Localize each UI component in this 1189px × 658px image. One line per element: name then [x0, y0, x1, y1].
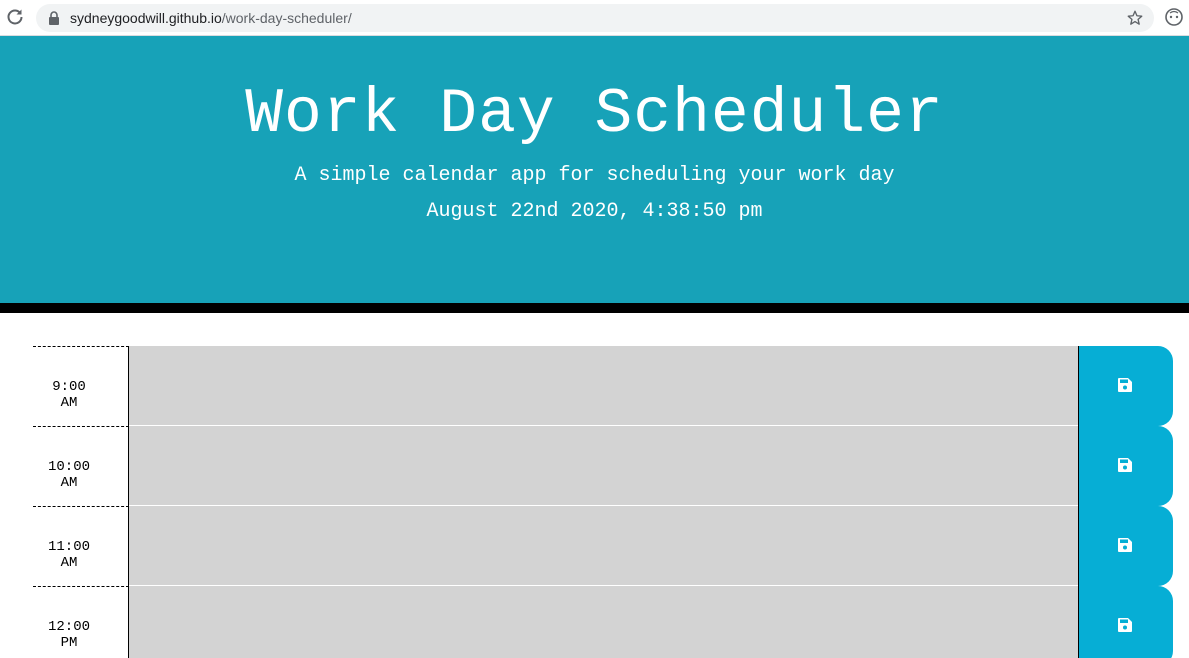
timeblock-list: 9:00 AM 10:00 AM 11:00 AM 12:00 PM: [33, 346, 1173, 658]
description-input[interactable]: [129, 506, 1079, 586]
floppy-disk-icon: [1118, 458, 1132, 472]
description-input[interactable]: [129, 586, 1079, 658]
hour-label: 10:00 AM: [33, 426, 129, 506]
profile-icon[interactable]: [1164, 7, 1184, 27]
header-divider: [0, 303, 1189, 313]
time-block-12pm: 12:00 PM: [33, 586, 1173, 658]
save-button[interactable]: [1078, 346, 1173, 426]
hour-period: AM: [60, 475, 78, 491]
hour-time: 12:00: [47, 619, 90, 635]
hour-period: PM: [60, 635, 78, 651]
floppy-disk-icon: [1118, 538, 1132, 552]
browser-toolbar: sydneygoodwill.github.io/work-day-schedu…: [0, 0, 1189, 36]
url-path: /work-day-scheduler/: [221, 10, 352, 26]
url-text[interactable]: sydneygoodwill.github.io/work-day-schedu…: [70, 10, 352, 26]
lock-icon[interactable]: [48, 11, 60, 25]
page-title: Work Day Scheduler: [245, 79, 944, 150]
hour-period: AM: [60, 395, 78, 411]
floppy-disk-icon: [1118, 378, 1132, 392]
time-block-10am: 10:00 AM: [33, 426, 1173, 506]
save-button[interactable]: [1078, 426, 1173, 506]
hour-label: 9:00 AM: [33, 346, 129, 426]
save-button[interactable]: [1078, 586, 1173, 658]
description-input[interactable]: [129, 346, 1079, 426]
description-input[interactable]: [129, 426, 1079, 506]
lead-text: A simple calendar app for scheduling you…: [294, 164, 895, 187]
hour-time: 9:00: [52, 379, 86, 395]
current-day: August 22nd 2020, 4:38:50 pm: [426, 200, 763, 223]
address-bar[interactable]: sydneygoodwill.github.io/work-day-schedu…: [36, 4, 1154, 32]
url-host: sydneygoodwill.github.io: [70, 10, 222, 26]
reload-icon[interactable]: [5, 7, 25, 27]
bookmark-star-icon[interactable]: [1126, 9, 1144, 27]
hour-label: 11:00 AM: [33, 506, 129, 586]
hour-time: 11:00: [47, 539, 90, 555]
time-block-9am: 9:00 AM: [33, 346, 1173, 426]
hour-time: 10:00: [47, 459, 90, 475]
jumbotron-header: Work Day Scheduler A simple calendar app…: [0, 36, 1189, 303]
floppy-disk-icon: [1118, 618, 1132, 632]
hour-label: 12:00 PM: [33, 586, 129, 658]
hour-period: AM: [60, 555, 78, 571]
time-block-11am: 11:00 AM: [33, 506, 1173, 586]
save-button[interactable]: [1078, 506, 1173, 586]
